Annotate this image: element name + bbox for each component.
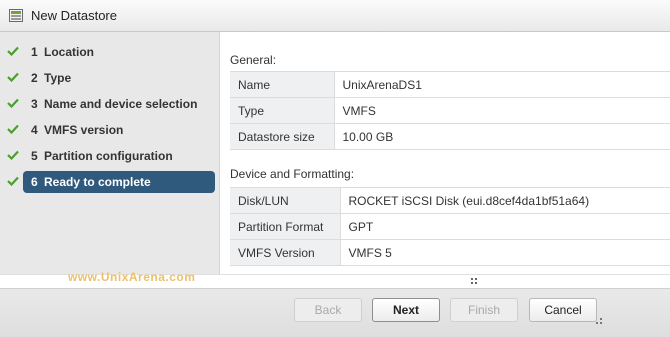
- wizard-steps: 1 Location 2 Type 3 Name and device sele…: [0, 32, 220, 274]
- step-partition-config[interactable]: 5 Partition configuration: [0, 145, 219, 167]
- device-table: Disk/LUN ROCKET iSCSI Disk (eui.d8cef4da…: [230, 187, 670, 266]
- step-name-device[interactable]: 3 Name and device selection: [0, 93, 219, 115]
- check-icon: [7, 46, 19, 56]
- property-name: Type: [230, 97, 335, 124]
- step-ready-to-complete[interactable]: 6 Ready to complete: [0, 171, 219, 193]
- property-value: ROCKET iSCSI Disk (eui.d8cef4da1bf51a64): [340, 187, 670, 214]
- cancel-button[interactable]: Cancel: [529, 298, 597, 322]
- property-name: Name: [230, 71, 335, 98]
- property-value: 10.00 GB: [334, 123, 670, 150]
- step-location[interactable]: 1 Location: [0, 41, 219, 63]
- step-vmfs-version[interactable]: 4 VMFS version: [0, 119, 219, 141]
- table-row: VMFS Version VMFS 5: [230, 239, 670, 266]
- check-icon: [7, 176, 19, 186]
- summary-panel: General: Name UnixArenaDS1 Type VMFS Dat…: [221, 32, 670, 274]
- step-number: 2: [31, 71, 38, 85]
- step-label: Location: [44, 45, 94, 59]
- finish-button[interactable]: Finish: [450, 298, 518, 322]
- check-icon: [7, 98, 19, 108]
- title-bar: New Datastore: [0, 0, 670, 32]
- property-value: VMFS 5: [340, 239, 670, 266]
- table-row: Name UnixArenaDS1: [230, 71, 670, 98]
- step-number: 6: [31, 175, 38, 189]
- step-label: Partition configuration: [44, 149, 173, 163]
- property-name: Disk/LUN: [230, 187, 341, 214]
- step-number: 1: [31, 45, 38, 59]
- step-type[interactable]: 2 Type: [0, 67, 219, 89]
- window-title: New Datastore: [31, 8, 117, 23]
- step-label: Name and device selection: [44, 97, 198, 111]
- table-row: Datastore size 10.00 GB: [230, 123, 670, 150]
- property-name: Partition Format: [230, 213, 341, 240]
- table-row: Partition Format GPT: [230, 213, 670, 240]
- check-icon: [7, 124, 19, 134]
- next-button[interactable]: Next: [372, 298, 440, 322]
- step-number: 4: [31, 123, 38, 137]
- step-label: VMFS version: [44, 123, 124, 137]
- device-heading: Device and Formatting:: [230, 167, 355, 181]
- window-resize-icon[interactable]: [596, 318, 602, 324]
- datastore-icon: [9, 9, 23, 22]
- property-value: UnixArenaDS1: [334, 71, 670, 98]
- resize-grip-icon[interactable]: [470, 278, 478, 284]
- check-icon: [7, 72, 19, 82]
- property-value: GPT: [340, 213, 670, 240]
- general-table: Name UnixArenaDS1 Type VMFS Datastore si…: [230, 71, 670, 150]
- step-number: 5: [31, 149, 38, 163]
- step-number: 3: [31, 97, 38, 111]
- general-heading: General:: [230, 53, 277, 67]
- step-label: Type: [44, 71, 72, 85]
- back-button[interactable]: Back: [294, 298, 362, 322]
- table-row: Disk/LUN ROCKET iSCSI Disk (eui.d8cef4da…: [230, 187, 670, 214]
- property-name: Datastore size: [230, 123, 335, 150]
- watermark: www.UnixArena.com: [68, 270, 196, 284]
- step-label: Ready to complete: [44, 175, 151, 189]
- property-name: VMFS Version: [230, 239, 341, 266]
- check-icon: [7, 150, 19, 160]
- property-value: VMFS: [334, 97, 670, 124]
- table-row: Type VMFS: [230, 97, 670, 124]
- wizard-footer: Back Next Finish Cancel: [0, 288, 670, 337]
